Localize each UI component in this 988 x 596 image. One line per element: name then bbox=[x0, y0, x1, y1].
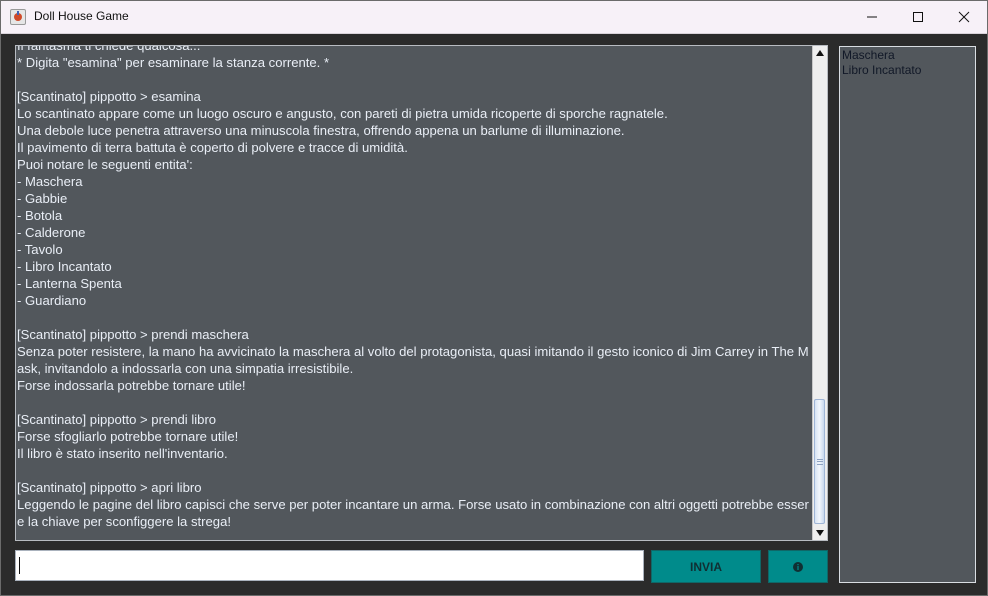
log-line: - Libro Incantato bbox=[17, 259, 112, 274]
java-app-icon bbox=[10, 9, 26, 25]
inventory-panel: Maschera Libro Incantato bbox=[839, 46, 976, 583]
log-line: - Guardiano bbox=[17, 293, 87, 308]
game-log-text: Il fantasma ti chiede qualcosa... * Digit… bbox=[17, 45, 810, 530]
inventory-list: Maschera Libro Incantato bbox=[842, 48, 921, 78]
log-line: Puoi notare le seguenti entita': bbox=[17, 157, 193, 172]
info-icon bbox=[793, 561, 803, 572]
log-line: Leggendo le pagine del libro capisci che… bbox=[17, 497, 809, 529]
game-content: Il fantasma ti chiede qualcosa... * Digit… bbox=[1, 34, 987, 595]
close-button[interactable] bbox=[941, 1, 987, 33]
log-line: Il pavimento di terra battuta è coperto … bbox=[17, 140, 408, 155]
triangle-down-icon bbox=[816, 530, 824, 536]
scrollbar-grip-icon bbox=[817, 459, 823, 465]
minimize-button[interactable] bbox=[849, 1, 895, 33]
log-scrollbar[interactable] bbox=[812, 46, 827, 540]
command-input[interactable] bbox=[15, 550, 644, 581]
maximize-button[interactable] bbox=[895, 1, 941, 33]
text-caret bbox=[19, 557, 20, 574]
log-line: Il libro è stato inserito nell'inventari… bbox=[17, 446, 228, 461]
game-log-panel[interactable]: Il fantasma ti chiede qualcosa... * Digit… bbox=[15, 45, 828, 541]
scrollbar-thumb[interactable] bbox=[814, 399, 825, 524]
maximize-icon bbox=[913, 12, 923, 22]
log-line: [Scantinato] pippotto > apri libro bbox=[17, 480, 202, 495]
close-icon bbox=[958, 11, 970, 23]
log-line: [Scantinato] pippotto > prendi maschera bbox=[17, 327, 249, 342]
game-window: Doll House Game Il fantasma ti chiede qu… bbox=[0, 0, 988, 596]
log-line: Forse indossarla potrebbe tornare utile! bbox=[17, 378, 246, 393]
info-button[interactable] bbox=[768, 550, 828, 583]
inventory-item: Maschera bbox=[842, 48, 895, 62]
log-line: - Maschera bbox=[17, 174, 83, 189]
triangle-up-icon bbox=[816, 50, 824, 56]
log-line: [Scantinato] pippotto > prendi libro bbox=[17, 412, 217, 427]
scroll-up-button[interactable] bbox=[813, 46, 827, 60]
log-line: [Scantinato] pippotto > esamina bbox=[17, 89, 201, 104]
log-line: - Gabbie bbox=[17, 191, 68, 206]
log-line: Forse sfogliarlo potrebbe tornare utile! bbox=[17, 429, 239, 444]
minimize-icon bbox=[867, 16, 877, 18]
log-line: - Tavolo bbox=[17, 242, 63, 257]
log-line: Senza poter resistere, la mano ha avvici… bbox=[17, 344, 809, 376]
scroll-down-button[interactable] bbox=[813, 526, 827, 540]
log-line: Lo scantinato appare come un luogo oscur… bbox=[17, 106, 668, 121]
log-line: * Digita "esamina" per esaminare la stan… bbox=[17, 55, 330, 70]
log-line: - Botola bbox=[17, 208, 63, 223]
log-line: - Lanterna Spenta bbox=[17, 276, 122, 291]
window-title: Doll House Game bbox=[34, 9, 129, 23]
send-button[interactable]: INVIA bbox=[651, 550, 761, 583]
title-bar: Doll House Game bbox=[1, 1, 987, 34]
log-line: Il fantasma ti chiede qualcosa... bbox=[17, 45, 201, 53]
inventory-item: Libro Incantato bbox=[842, 63, 922, 77]
log-line: - Calderone bbox=[17, 225, 86, 240]
log-line: Una debole luce penetra attraverso una m… bbox=[17, 123, 625, 138]
